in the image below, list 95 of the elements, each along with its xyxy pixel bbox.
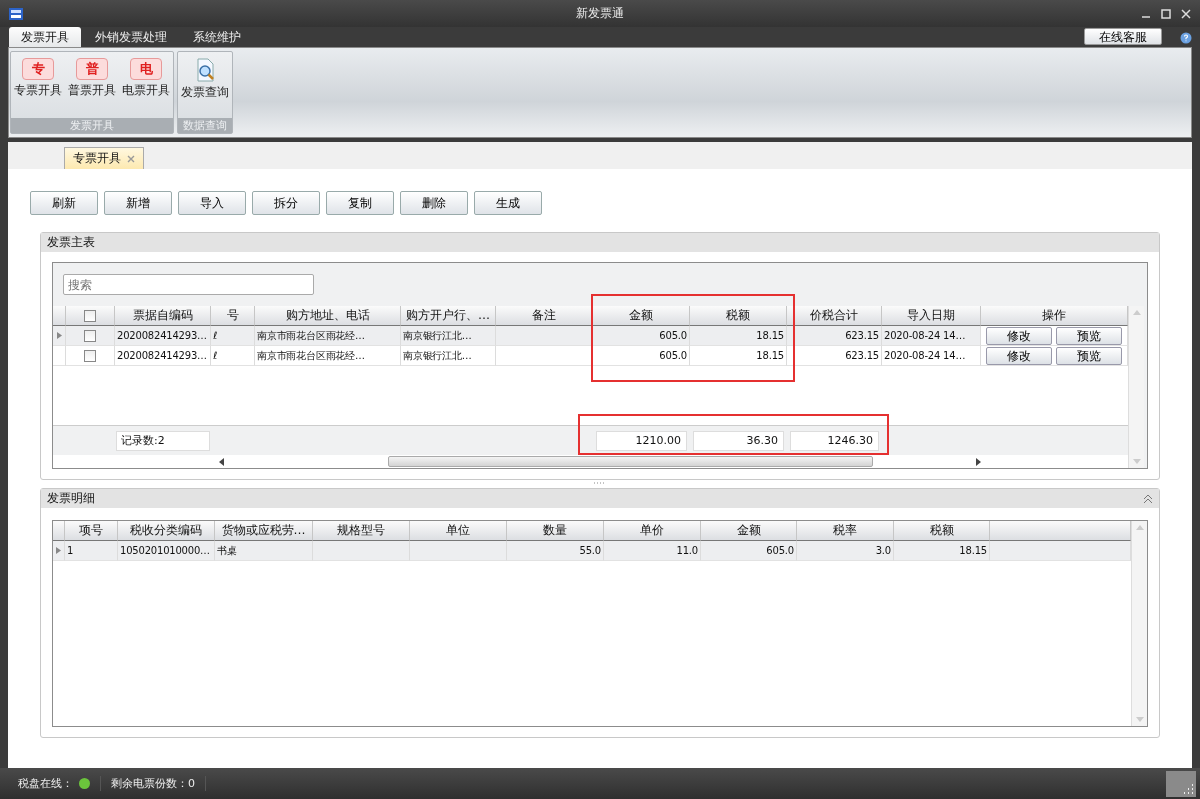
toolbar-button[interactable]: 删除 — [400, 191, 468, 215]
ribbon-button[interactable]: 普 普票开具 — [66, 54, 118, 116]
edit-button[interactable]: 修改 — [986, 346, 1052, 365]
table-cell: 605.0 — [701, 541, 797, 561]
resize-grip-icon[interactable] — [1166, 770, 1196, 797]
menu-tab[interactable]: 外销发票处理 — [83, 27, 179, 47]
total-field: 1246.30 — [790, 430, 879, 451]
column-header: 税额 — [690, 306, 787, 326]
toolbar-button[interactable]: 导入 — [178, 191, 246, 215]
menu-tab[interactable]: 系统维护 — [181, 27, 253, 47]
panel-title: 发票主表 — [47, 234, 95, 251]
column-header: 操作 — [981, 306, 1128, 326]
column-header: 单价 — [604, 521, 701, 541]
online-service-button[interactable]: 在线客服 — [1084, 28, 1162, 45]
checkbox[interactable] — [84, 329, 96, 342]
checkbox[interactable] — [84, 309, 96, 322]
table-cell: 书桌 — [215, 541, 313, 561]
table-cell: 623.15 — [787, 326, 882, 346]
table-cell: 605.0 — [593, 346, 690, 366]
toolbar-button[interactable]: 生成 — [474, 191, 542, 215]
ribbon-button[interactable]: 专 专票开具 — [12, 54, 64, 116]
table-cell: 2020-08-24 14… — [882, 346, 981, 366]
status-text: 税盘在线： — [8, 776, 101, 791]
preview-button[interactable]: 预览 — [1056, 326, 1122, 345]
checkbox[interactable] — [84, 349, 96, 362]
row-pointer-icon — [56, 332, 62, 339]
column-header: 项号 — [65, 521, 118, 541]
row-header[interactable] — [53, 326, 66, 346]
document-tab[interactable]: 专票开具 — [64, 147, 144, 169]
table-cell: 18.15 — [690, 326, 787, 346]
app-logo-icon — [8, 5, 24, 22]
toolbar-button[interactable]: 刷新 — [30, 191, 98, 215]
column-header: 价税合计 — [787, 306, 882, 326]
status-text: 剩余电票份数：0 — [101, 776, 206, 791]
column-header: 金额 — [701, 521, 797, 541]
column-header: 税收分类编码 — [118, 521, 215, 541]
table-cell: 1050201010000… — [118, 541, 215, 561]
table-cell: 1 — [65, 541, 118, 561]
row-pointer-icon — [56, 547, 61, 554]
menu-tab[interactable]: 发票开具 — [9, 27, 81, 47]
table-cell: 南京银行江北… — [401, 326, 496, 346]
scrollbar-thumb[interactable] — [388, 456, 873, 467]
ticket-icon: 专 — [22, 58, 54, 80]
group-label: 发票开具 — [11, 118, 173, 133]
column-header: 金额 — [593, 306, 690, 326]
column-header: 购方地址、电话 — [255, 306, 401, 326]
scroll-right-icon[interactable] — [976, 457, 981, 466]
ribbon-button[interactable]: 发票查询 — [179, 54, 231, 116]
table-cell: 18.15 — [894, 541, 990, 561]
search-field[interactable]: 搜索 — [63, 274, 314, 295]
table-cell: 3.0 — [797, 541, 894, 561]
edit-button[interactable]: 修改 — [986, 326, 1052, 345]
maximize-icon[interactable] — [1160, 7, 1172, 20]
ticket-icon: 普 — [76, 58, 108, 80]
column-header: 备注 — [496, 306, 593, 326]
column-header: 规格型号 — [313, 521, 410, 541]
table-cell: 2020082414293… — [115, 326, 211, 346]
total-field: 1210.00 — [596, 430, 687, 451]
table-cell: 2020082414293… — [115, 346, 211, 366]
column-header: 导入日期 — [882, 306, 981, 326]
table-cell: 11.0 — [604, 541, 701, 561]
panel-title: 发票明细 — [47, 490, 95, 507]
column-header: 税额 — [894, 521, 990, 541]
column-header: 购方开户行、… — [401, 306, 496, 326]
total-field: 36.30 — [693, 430, 784, 451]
group-label: 数据查询 — [178, 118, 232, 133]
table-cell: 南京市雨花台区雨花经… — [255, 326, 401, 346]
toolbar-button[interactable]: 复制 — [326, 191, 394, 215]
column-header: 货物或应税劳… — [215, 521, 313, 541]
toolbar-button[interactable]: 拆分 — [252, 191, 320, 215]
toolbar-button[interactable]: 新增 — [104, 191, 172, 215]
collapse-icon[interactable] — [1143, 493, 1153, 504]
column-header: 数量 — [507, 521, 604, 541]
column-header: 税率 — [797, 521, 894, 541]
column-header — [53, 521, 65, 541]
window-title: 新发票通 — [576, 5, 624, 22]
table-cell: 南京银行江北… — [401, 346, 496, 366]
column-header: 号 — [211, 306, 255, 326]
scroll-left-icon[interactable] — [219, 457, 224, 466]
preview-button[interactable]: 预览 — [1056, 346, 1122, 365]
ribbon-button[interactable]: 电 电票开具 — [120, 54, 172, 116]
table-cell: 605.0 — [593, 326, 690, 346]
table-cell: 2020-08-24 14… — [882, 326, 981, 346]
ticket-icon: 电 — [130, 58, 162, 80]
help-icon[interactable] — [1180, 32, 1192, 44]
column-header: 票据自编码 — [115, 306, 211, 326]
record-count: 记录数:2 — [116, 430, 210, 451]
table-cell: ℓ — [211, 326, 255, 346]
table-cell: 18.15 — [690, 346, 787, 366]
row-header[interactable] — [53, 541, 65, 561]
table-cell: 55.0 — [507, 541, 604, 561]
table-cell: 南京市雨花台区雨花经… — [255, 346, 401, 366]
table-cell: ℓ — [211, 346, 255, 366]
column-header: 单位 — [410, 521, 507, 541]
table-cell: 623.15 — [787, 346, 882, 366]
